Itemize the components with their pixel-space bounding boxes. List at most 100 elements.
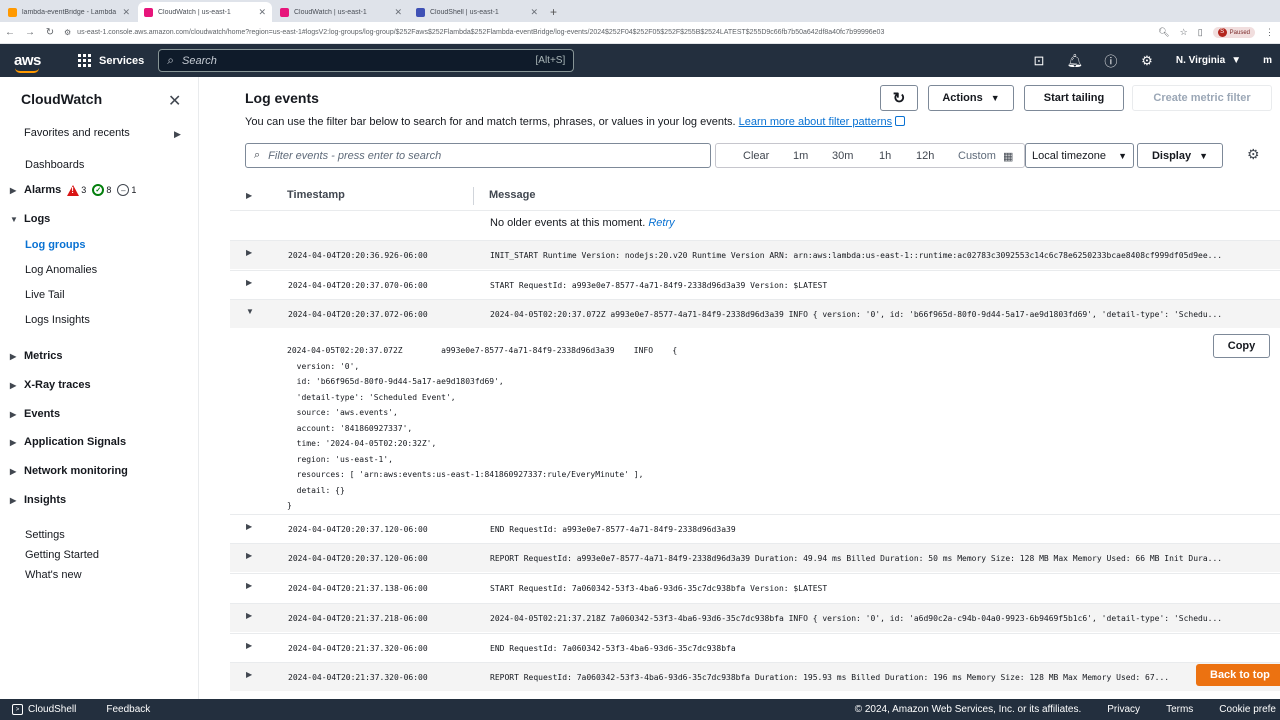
- log-row[interactable]: ▶ 2024-04-04T20:21:37.138-06:00 START Re…: [230, 573, 1280, 602]
- sidebar-item-getting-started[interactable]: Getting Started: [25, 549, 99, 561]
- bell-icon[interactable]: 🔔︎: [1067, 53, 1084, 68]
- sidebar-item-alarms[interactable]: ▶ Alarms 3 ✓8 –1: [10, 184, 136, 196]
- sidebar-item-xray-traces[interactable]: ▶ X-Ray traces: [10, 379, 91, 391]
- sidebar-item-metrics[interactable]: ▶ Metrics: [10, 350, 63, 362]
- column-header-timestamp[interactable]: Timestamp: [287, 189, 345, 201]
- collapse-row-icon[interactable]: ▼: [246, 307, 254, 316]
- help-icon[interactable]: ⓘ: [1104, 54, 1118, 69]
- sidebar-item-live-tail[interactable]: Live Tail: [25, 289, 65, 301]
- cookie-preferences-link[interactable]: Cookie prefe: [1219, 704, 1276, 715]
- refresh-button[interactable]: ↻: [880, 85, 918, 111]
- page-title: Log events: [245, 90, 319, 106]
- sidebar-item-log-anomalies[interactable]: Log Anomalies: [25, 264, 97, 276]
- browser-tab[interactable]: CloudShell | us-east-1 ✕: [410, 2, 544, 22]
- sidebar-item-settings[interactable]: Settings: [25, 529, 65, 541]
- retry-link[interactable]: Retry: [648, 217, 674, 229]
- range-30m-button[interactable]: 30m: [832, 150, 853, 162]
- back-to-top-label: Back to top: [1210, 669, 1270, 681]
- sidebar-item-whats-new[interactable]: What's new: [25, 569, 82, 581]
- site-info-icon[interactable]: ⚙: [64, 28, 71, 37]
- terms-link[interactable]: Terms: [1166, 704, 1193, 715]
- filter-events-input[interactable]: ⌕ Filter events - press enter to search: [245, 143, 711, 168]
- start-tailing-button[interactable]: Start tailing: [1024, 85, 1124, 111]
- sidebar-item-logs-insights[interactable]: Logs Insights: [25, 314, 90, 326]
- column-divider[interactable]: [473, 187, 474, 205]
- range-custom-button[interactable]: Custom: [958, 150, 996, 162]
- sidebar-item-application-signals[interactable]: ▶ Application Signals: [10, 436, 126, 448]
- close-tab-icon[interactable]: ✕: [530, 7, 538, 18]
- new-tab-icon[interactable]: +: [550, 5, 557, 19]
- console-search-input[interactable]: ⌕ Search [Alt+S]: [158, 49, 575, 72]
- sidebar-item-label: Logs: [24, 213, 51, 225]
- close-tab-icon[interactable]: ✕: [122, 7, 130, 18]
- timezone-select[interactable]: Local timezone ▼: [1025, 143, 1134, 168]
- profile-paused-badge[interactable]: S Paused: [1212, 27, 1255, 38]
- column-header-message[interactable]: Message: [489, 189, 535, 201]
- privacy-link[interactable]: Privacy: [1107, 704, 1140, 715]
- sidebar-item-label: X-Ray traces: [24, 379, 91, 391]
- log-row[interactable]: ▶ 2024-04-04T20:21:37.320-06:00 END Requ…: [230, 633, 1280, 662]
- back-arrow-icon[interactable]: ←: [0, 27, 20, 38]
- sidebar-item-log-groups[interactable]: Log groups: [25, 239, 86, 251]
- copy-button[interactable]: Copy: [1213, 334, 1270, 358]
- expand-row-icon[interactable]: ▶: [246, 581, 252, 590]
- sidebar-item-network-monitoring[interactable]: ▶ Network monitoring: [10, 465, 128, 477]
- browser-tab-active[interactable]: CloudWatch | us-east-1 ✕: [138, 2, 272, 22]
- region-selector[interactable]: N. Virginia ▼: [1176, 55, 1241, 66]
- settings-gear-icon[interactable]: ⚙: [1140, 53, 1154, 68]
- expand-all-icon[interactable]: ▶: [246, 191, 252, 200]
- forward-arrow-icon[interactable]: →: [20, 27, 40, 38]
- close-icon[interactable]: ✕: [168, 91, 181, 111]
- log-row[interactable]: ▶ 2024-04-04T20:20:37.120-06:00 END Requ…: [230, 514, 1280, 543]
- close-tab-icon[interactable]: ✕: [258, 7, 266, 18]
- learn-more-link[interactable]: Learn more about filter patterns: [739, 116, 892, 128]
- reload-icon[interactable]: ↻: [40, 27, 60, 38]
- caret-right-icon: ▶: [10, 185, 17, 195]
- browser-tab[interactable]: CloudWatch | us-east-1 ✕: [274, 2, 408, 22]
- browser-tab[interactable]: lambda-eventBridge - Lambda ✕: [2, 2, 136, 22]
- sidebar-item-logs[interactable]: ▼ Logs: [10, 213, 50, 225]
- range-1m-button[interactable]: 1m: [793, 150, 808, 162]
- caret-right-icon[interactable]: ▶: [174, 129, 181, 140]
- expand-row-icon[interactable]: ▶: [246, 670, 252, 679]
- sidebar-item-dashboards[interactable]: Dashboards: [25, 159, 84, 171]
- range-1h-button[interactable]: 1h: [879, 150, 891, 162]
- range-clear-button[interactable]: Clear: [743, 150, 769, 162]
- expand-row-icon[interactable]: ▶: [246, 641, 252, 650]
- calendar-icon[interactable]: ▦: [1003, 150, 1013, 163]
- sidebar-item-insights[interactable]: ▶ Insights: [10, 494, 66, 506]
- log-row[interactable]: ▶ 2024-04-04T20:21:37.218-06:00 2024-04-…: [230, 603, 1280, 632]
- expand-row-icon[interactable]: ▶: [246, 248, 252, 257]
- cloudshell-footer-button[interactable]: > CloudShell: [12, 704, 76, 715]
- sidebar-item-events[interactable]: ▶ Events: [10, 408, 60, 420]
- sidebar-item-favorites[interactable]: Favorites and recents: [24, 127, 130, 139]
- display-button[interactable]: Display ▼: [1137, 143, 1223, 168]
- log-row[interactable]: ▶ 2024-04-04T20:20:37.070-06:00 START Re…: [230, 270, 1280, 299]
- log-timestamp: 2024-04-04T20:20:36.926-06:00: [288, 251, 428, 260]
- expand-row-icon[interactable]: ▶: [246, 551, 252, 560]
- preferences-gear-icon[interactable]: ⚙: [1247, 146, 1260, 163]
- log-row[interactable]: ▶ 2024-04-04T20:20:36.926-06:00 INIT_STA…: [230, 240, 1280, 269]
- range-12h-button[interactable]: 12h: [916, 150, 934, 162]
- url-field[interactable]: ⚙ us-east-1.console.aws.amazon.com/cloud…: [60, 24, 1158, 42]
- log-row-expanded[interactable]: ▼ 2024-04-04T20:20:37.072-06:00 2024-04-…: [230, 299, 1280, 328]
- log-row[interactable]: ▶ 2024-04-04T20:20:37.120-06:00 REPORT R…: [230, 543, 1280, 572]
- bookmark-star-icon[interactable]: ☆: [1180, 27, 1188, 38]
- create-metric-filter-button[interactable]: Create metric filter: [1132, 85, 1272, 111]
- back-to-top-button[interactable]: Back to top: [1196, 664, 1280, 686]
- sidepanel-icon[interactable]: ▯: [1198, 27, 1203, 38]
- expand-row-icon[interactable]: ▶: [246, 278, 252, 287]
- expand-row-icon[interactable]: ▶: [246, 611, 252, 620]
- services-menu-button[interactable]: Services: [78, 54, 144, 67]
- feedback-link[interactable]: Feedback: [106, 704, 150, 715]
- zoom-icon[interactable]: 🔍︎: [1158, 27, 1169, 38]
- account-menu[interactable]: m: [1263, 55, 1272, 66]
- aws-logo[interactable]: aws: [14, 52, 60, 73]
- expand-row-icon[interactable]: ▶: [246, 522, 252, 531]
- sidebar-item-label: Application Signals: [24, 436, 127, 448]
- close-tab-icon[interactable]: ✕: [394, 7, 402, 18]
- browser-menu-icon[interactable]: ⋮: [1265, 27, 1274, 38]
- log-row[interactable]: ▶ 2024-04-04T20:21:37.320-06:00 REPORT R…: [230, 662, 1280, 691]
- actions-button[interactable]: Actions ▼: [928, 85, 1014, 111]
- cloudshell-icon[interactable]: ⊡: [1032, 53, 1046, 68]
